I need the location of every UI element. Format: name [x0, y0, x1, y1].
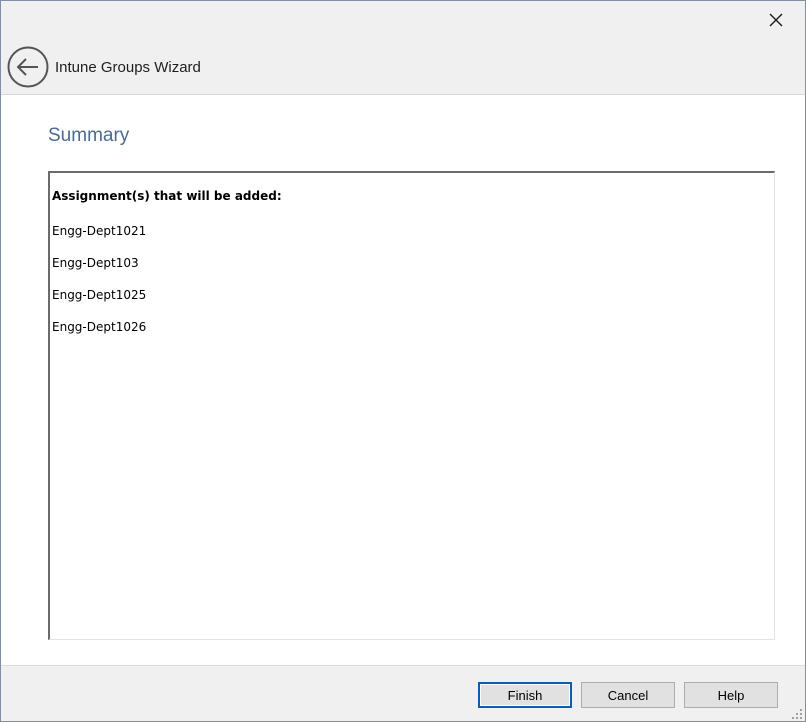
back-button[interactable] — [7, 46, 49, 88]
help-button[interactable]: Help — [684, 682, 778, 708]
assignment-list: Engg-Dept1021 Engg-Dept103 Engg-Dept1025… — [52, 223, 146, 351]
wizard-title: Intune Groups Wizard — [55, 59, 201, 76]
cancel-button[interactable]: Cancel — [581, 682, 675, 708]
back-arrow-icon — [7, 46, 49, 88]
summary-textbox[interactable]: Assignment(s) that will be added: Engg-D… — [48, 171, 775, 640]
close-icon — [769, 13, 783, 27]
assignment-item: Engg-Dept1025 — [52, 288, 147, 302]
wizard-header: Intune Groups Wizard — [1, 1, 805, 95]
wizard-footer: Finish Cancel Help — [1, 665, 805, 721]
assignment-item: Engg-Dept103 — [52, 256, 139, 270]
page-title: Summary — [48, 125, 130, 146]
assignment-item: Engg-Dept1021 — [52, 224, 147, 238]
summary-heading: Assignment(s) that will be added: — [52, 189, 282, 203]
resize-grip-icon[interactable] — [791, 708, 803, 720]
wizard-window: Intune Groups Wizard Summary Assignment(… — [0, 0, 806, 722]
close-button[interactable] — [761, 7, 791, 33]
finish-button[interactable]: Finish — [478, 682, 572, 708]
assignment-item: Engg-Dept1026 — [52, 320, 147, 334]
